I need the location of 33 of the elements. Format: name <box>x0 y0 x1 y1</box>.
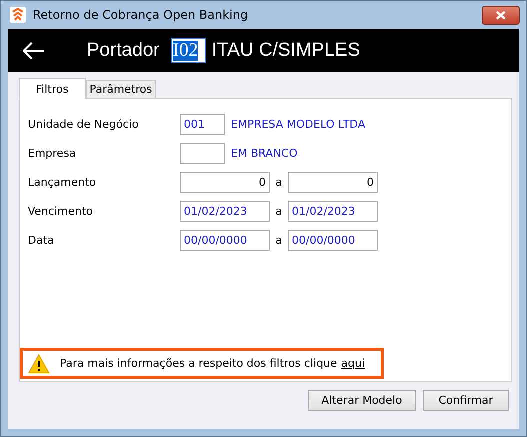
app-icon <box>10 7 26 23</box>
range-separator: a <box>274 176 284 189</box>
tab[interactable]: Parâmetros <box>86 80 156 98</box>
back-arrow-icon[interactable] <box>23 42 45 60</box>
field-label: Lançamento <box>28 176 98 189</box>
action-button[interactable]: Alterar Modelo <box>308 390 416 411</box>
range-from-field[interactable]: 00/00/0000 <box>180 230 270 251</box>
window-title: Retorno de Cobrança Open Banking <box>33 8 248 22</box>
close-icon <box>496 10 506 20</box>
tab[interactable]: Filtros <box>19 78 86 99</box>
range-separator: a <box>274 205 284 218</box>
notice-text: Para mais informações a respeito dos filtros clique <box>60 357 338 370</box>
carrier-code-field[interactable]: I02 <box>170 38 206 63</box>
carrier-name: ITAU C/SIMPLES <box>212 40 360 62</box>
field-description: EMPRESA MODELO LTDA <box>231 118 366 131</box>
range-separator: a <box>274 234 284 247</box>
carrier-label: Portador <box>87 40 160 62</box>
range-to-field[interactable]: 00/00/0000 <box>288 230 378 251</box>
field-label: Unidade de Negócio <box>28 118 140 131</box>
warning-icon <box>28 354 50 374</box>
field-label: Vencimento <box>28 205 94 218</box>
close-button[interactable] <box>482 6 520 24</box>
action-button[interactable]: Confirmar <box>423 390 509 411</box>
range-from-field[interactable]: 0 <box>180 172 270 193</box>
range-from-field[interactable]: 01/02/2023 <box>180 201 270 222</box>
range-to-field[interactable]: 01/02/2023 <box>288 201 378 222</box>
code-field[interactable]: 001 <box>180 114 225 135</box>
help-link[interactable]: aqui <box>341 357 366 370</box>
field-description: EM BRANCO <box>231 147 298 160</box>
field-label: Empresa <box>28 147 78 160</box>
range-to-field[interactable]: 0 <box>288 172 378 193</box>
field-label: Data <box>28 234 56 247</box>
code-field[interactable] <box>180 143 225 164</box>
